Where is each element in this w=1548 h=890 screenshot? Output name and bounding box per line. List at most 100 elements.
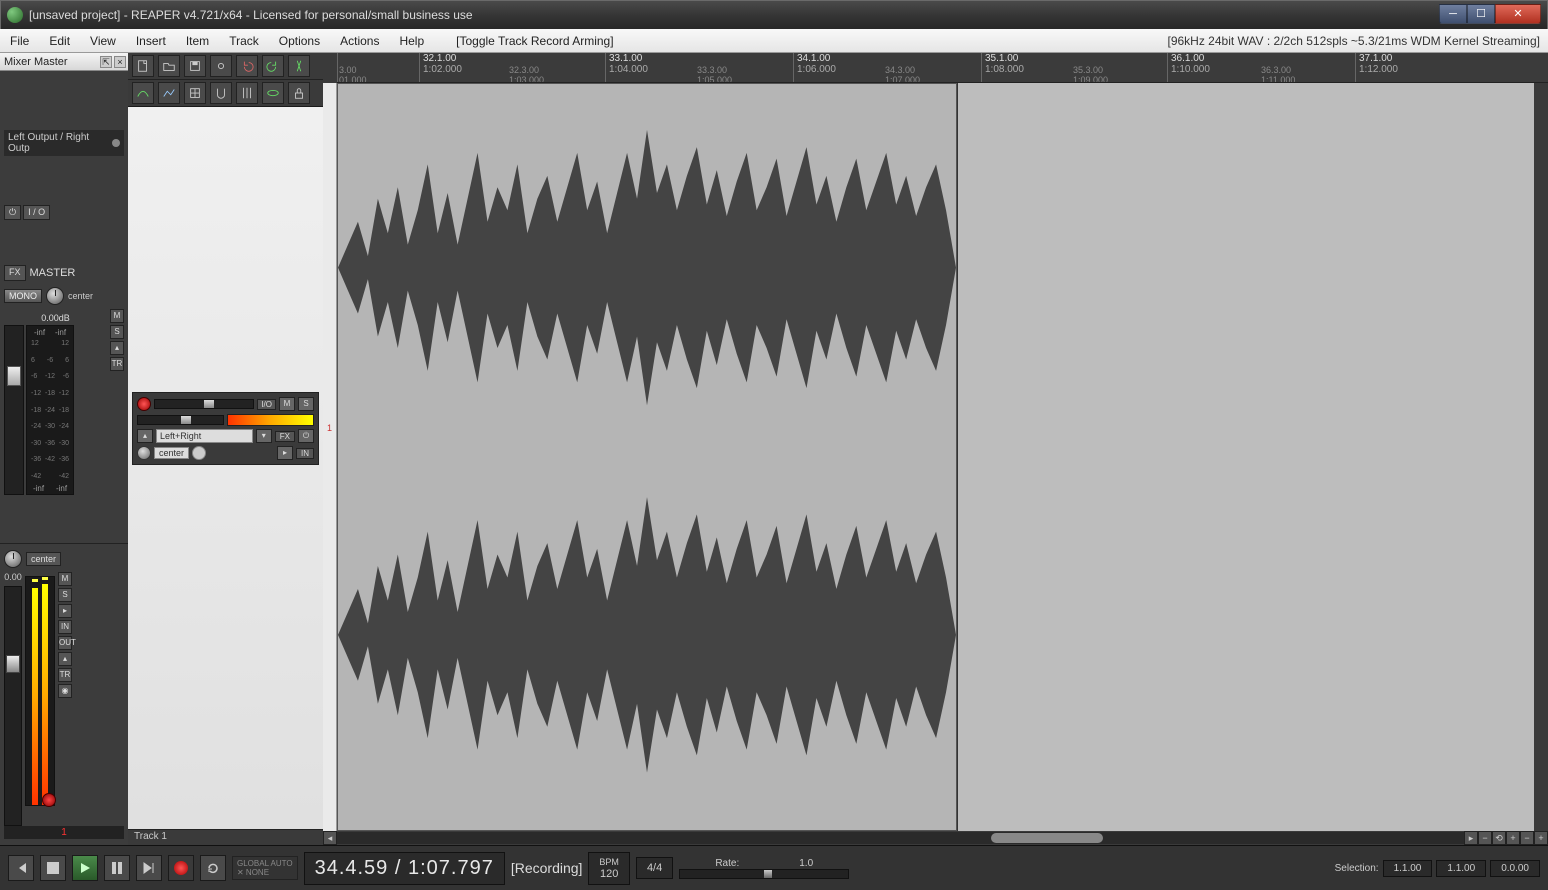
hscroll-thumb[interactable]: [991, 833, 1104, 843]
window-minimize-button[interactable]: ─: [1439, 4, 1467, 24]
toolbar-envelope-button[interactable]: [158, 82, 180, 104]
toolbar-lock-button[interactable]: [288, 82, 310, 104]
toolbar-metronome-button[interactable]: [288, 55, 310, 77]
menu-file[interactable]: File: [0, 29, 39, 53]
tcp-fx-bypass-button[interactable]: ⏻: [298, 429, 314, 443]
tcp-input-select[interactable]: Left+Right: [156, 429, 253, 443]
bpm-value[interactable]: 120: [600, 868, 618, 880]
tcp-monitor-button[interactable]: ▸: [277, 446, 293, 460]
master-mute-button[interactable]: M: [110, 309, 124, 323]
toolbar-open-button[interactable]: [158, 55, 180, 77]
scroll-left-button[interactable]: ◂: [323, 831, 337, 845]
tcp-phase-button[interactable]: [192, 446, 206, 460]
toolbar-ripple-button[interactable]: [262, 82, 284, 104]
toolbar-autocrossfade-button[interactable]: [132, 82, 154, 104]
transport-repeat-button[interactable]: [200, 855, 226, 881]
zoom-out-v-button[interactable]: −: [1520, 831, 1534, 845]
track-mute-button[interactable]: M: [58, 572, 72, 586]
vertical-scrollbar[interactable]: [1534, 83, 1548, 831]
track-pan-knob[interactable]: [4, 550, 22, 568]
track-env-button[interactable]: ▴: [58, 652, 72, 666]
menu-track[interactable]: Track: [219, 29, 269, 53]
mixer-dock-icon[interactable]: ⇱: [100, 56, 112, 68]
menu-help[interactable]: Help: [389, 29, 434, 53]
transport-time-display[interactable]: 34.4.59 / 1:07.797: [304, 852, 505, 885]
track-fx-button[interactable]: ◉: [58, 684, 72, 698]
rate-value[interactable]: 1.0: [799, 858, 813, 869]
track-db-readout[interactable]: 0.00: [4, 572, 22, 582]
zoom-reset-button[interactable]: ⟲: [1492, 831, 1506, 845]
tcp-in-button[interactable]: IN: [296, 448, 314, 459]
track-in-button[interactable]: IN: [58, 620, 72, 634]
track-solo-button[interactable]: S: [58, 588, 72, 602]
master-routing[interactable]: Left Output / Right Outp: [4, 130, 124, 156]
media-item-recording[interactable]: [337, 83, 957, 831]
tcp-width-knob[interactable]: [137, 446, 151, 460]
master-pan-knob[interactable]: [46, 287, 64, 305]
tcp-env-button[interactable]: ▴: [137, 429, 153, 443]
mixer-close-icon[interactable]: ×: [114, 56, 126, 68]
transport-end-button[interactable]: [136, 855, 162, 881]
scroll-right-button[interactable]: ▸: [1464, 831, 1478, 845]
tcp-io-button[interactable]: I/O: [257, 399, 276, 410]
transport-pause-button[interactable]: [104, 855, 130, 881]
track-fader-thumb[interactable]: [6, 655, 20, 673]
track-autoplay-button[interactable]: ▸: [58, 604, 72, 618]
master-solo-button[interactable]: S: [110, 325, 124, 339]
menu-item[interactable]: Item: [176, 29, 219, 53]
tcp-record-arm-button[interactable]: [137, 397, 151, 411]
transport-start-button[interactable]: [8, 855, 34, 881]
master-io-button[interactable]: I / O: [23, 205, 50, 220]
track-fader[interactable]: [4, 586, 22, 826]
master-fader-thumb[interactable]: [7, 366, 21, 386]
master-fx-button[interactable]: FX: [4, 265, 26, 281]
master-power-button[interactable]: ⏻: [4, 205, 21, 220]
global-automation-mode[interactable]: GLOBAL AUTO ✕ NONE: [232, 856, 298, 880]
timesig-value[interactable]: 4/4: [647, 862, 662, 874]
master-tr-button[interactable]: TR: [110, 357, 124, 371]
master-fader[interactable]: [4, 325, 24, 495]
horizontal-scrollbar[interactable]: ◂ ▸ − ⟲ + − +: [323, 831, 1548, 845]
audio-device-status[interactable]: [96kHz 24bit WAV : 2/2ch 512spls ~5.3/21…: [1168, 34, 1548, 48]
menu-toggle-arming[interactable]: [Toggle Track Record Arming]: [446, 29, 623, 53]
zoom-in-v-button[interactable]: +: [1534, 831, 1548, 845]
timesig-box[interactable]: 4/4: [636, 857, 673, 879]
tcp-input-dropdown-icon[interactable]: ▾: [256, 429, 272, 443]
menu-view[interactable]: View: [80, 29, 126, 53]
toolbar-new-button[interactable]: [132, 55, 154, 77]
selection-length[interactable]: 0.0.00: [1490, 860, 1540, 877]
tcp-area[interactable]: I/O M S ▴ Left+Right ▾ FX ⏻ cente: [128, 107, 323, 829]
playrate-slider[interactable]: [679, 869, 849, 879]
toolbar-redo-button[interactable]: [262, 55, 284, 77]
master-db-readout[interactable]: 0.00dB: [4, 313, 107, 323]
selection-start[interactable]: 1.1.00: [1383, 860, 1433, 877]
window-close-button[interactable]: ✕: [1495, 4, 1541, 24]
waveform-area[interactable]: [337, 83, 1534, 831]
toolbar-gridlines-button[interactable]: [236, 82, 258, 104]
toolbar-settings-button[interactable]: [210, 55, 232, 77]
transport-stop-button[interactable]: [40, 855, 66, 881]
master-mono-button[interactable]: MONO: [4, 289, 42, 303]
tcp-mute-button[interactable]: M: [279, 397, 295, 411]
tcp-volume-slider[interactable]: [154, 399, 254, 409]
menu-edit[interactable]: Edit: [39, 29, 80, 53]
zoom-in-h-button[interactable]: +: [1506, 831, 1520, 845]
mixer-header[interactable]: Mixer Master ⇱ ×: [0, 53, 128, 71]
bpm-box[interactable]: BPM 120: [588, 852, 630, 885]
tcp-fx-button[interactable]: FX: [275, 431, 295, 442]
toolbar-undo-button[interactable]: [236, 55, 258, 77]
play-cursor[interactable]: [957, 83, 958, 831]
transport-play-button[interactable]: [72, 855, 98, 881]
menu-actions[interactable]: Actions: [330, 29, 389, 53]
track-label[interactable]: Track 1: [128, 829, 323, 845]
track-out-button[interactable]: OUT: [58, 636, 72, 650]
menu-options[interactable]: Options: [269, 29, 330, 53]
menu-insert[interactable]: Insert: [126, 29, 176, 53]
tcp-pan-slider[interactable]: [137, 415, 224, 425]
tcp-solo-button[interactable]: S: [298, 397, 314, 411]
track-tr-button[interactable]: TR: [58, 668, 72, 682]
timeline-ruler[interactable]: 32.1.001:02.00033.1.001:04.00034.1.001:0…: [337, 53, 1548, 83]
toolbar-save-button[interactable]: [184, 55, 206, 77]
transport-record-button[interactable]: [168, 855, 194, 881]
zoom-out-h-button[interactable]: −: [1478, 831, 1492, 845]
